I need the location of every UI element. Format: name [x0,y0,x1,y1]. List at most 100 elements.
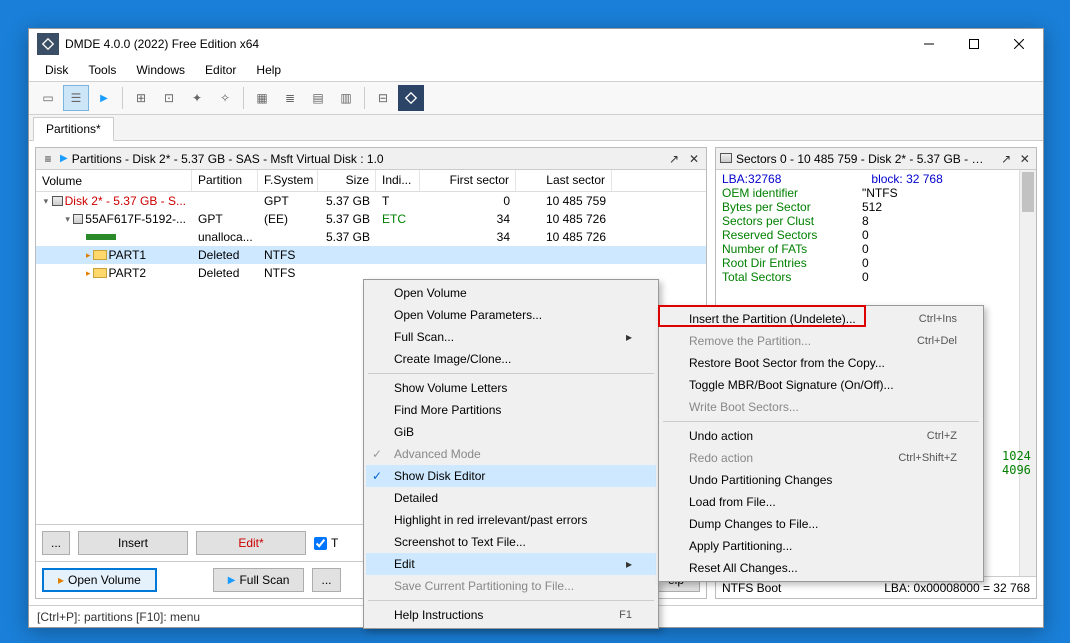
toolbar-separator [122,87,123,109]
toolbar-btn-partitions[interactable]: ☰ [63,85,89,111]
menu-item[interactable]: Edit▸ [366,553,656,575]
col-volume[interactable]: Volume [36,170,192,191]
toolbar-btn-5[interactable]: ⊡ [156,85,182,111]
toolbar-separator [364,87,365,109]
menu-item[interactable]: Full Scan...▸ [366,326,656,348]
status-left: NTFS Boot [722,581,781,595]
col-indicators[interactable]: Indi... [376,170,420,191]
popout-icon[interactable]: ↗ [999,151,1014,167]
toolbar-btn-9[interactable]: ≣ [277,85,303,111]
col-fsystem[interactable]: F.System [258,170,318,191]
disk-icon [52,196,63,206]
scrollbar[interactable] [1019,170,1036,576]
menu-item: Save Current Partitioning to File... [366,575,656,597]
menu-item[interactable]: Restore Boot Sector from the Copy... [661,352,981,374]
hex-value-1: 1024 [1002,449,1031,463]
toolbar-btn-7[interactable]: ✧ [212,85,238,111]
menubar: DiskToolsWindowsEditorHelp [29,59,1043,81]
status-right: LBA: 0x00008000 = 32 768 [884,581,1030,595]
menu-item[interactable]: Create Image/Clone... [366,348,656,370]
toolbar-btn-logo[interactable] [398,85,424,111]
menu-item: Redo actionCtrl+Shift+Z [661,447,981,469]
menu-item[interactable]: Screenshot to Text File... [366,531,656,553]
col-size[interactable]: Size [318,170,376,191]
toolbar-btn-6[interactable]: ✦ [184,85,210,111]
menu-item[interactable]: Detailed [366,487,656,509]
more-button-2[interactable]: ... [312,568,340,592]
menu-item[interactable]: ✓Show Disk Editor [366,465,656,487]
maximize-button[interactable] [951,30,996,58]
toolbar-btn-8[interactable]: ▦ [249,85,275,111]
context-menu-main: Open VolumeOpen Volume Parameters...Full… [363,279,659,629]
tab-partitions[interactable]: Partitions* [33,117,114,141]
t-checkbox[interactable]: T [314,536,338,550]
toolbar-btn-1[interactable]: ▭ [35,85,61,111]
edit-button[interactable]: Edit* [196,531,306,555]
menu-item[interactable]: Insert the Partition (Undelete)...Ctrl+I… [661,308,981,330]
col-first-sector[interactable]: First sector [420,170,516,191]
play-icon: ▶ [60,153,68,164]
menu-item[interactable]: Dump Changes to File... [661,513,981,535]
menu-help[interactable]: Help [246,61,291,79]
more-button-1[interactable]: ... [42,531,70,555]
full-scan-button[interactable]: ▶Full Scan [213,568,305,592]
disk-icon [73,214,83,224]
menu-item[interactable]: Help InstructionsF1 [366,604,656,626]
minimize-button[interactable] [906,30,951,58]
menu-icon[interactable]: ≡ [40,151,56,167]
scrollbar-thumb[interactable] [1022,172,1034,212]
folder-icon [93,250,107,260]
menu-item[interactable]: Apply Partitioning... [661,535,981,557]
menu-tools[interactable]: Tools [78,61,126,79]
toolbar-separator [243,87,244,109]
menu-disk[interactable]: Disk [35,61,78,79]
menu-item[interactable]: GiB [366,421,656,443]
menu-item[interactable]: Open Volume [366,282,656,304]
menu-item[interactable]: Toggle MBR/Boot Signature (On/Off)... [661,374,981,396]
menu-item[interactable]: Load from File... [661,491,981,513]
popout-icon[interactable]: ↗ [666,151,682,167]
context-menu-edit: Insert the Partition (Undelete)...Ctrl+I… [658,305,984,582]
col-last-sector[interactable]: Last sector [516,170,612,191]
menu-editor[interactable]: Editor [195,61,246,79]
sectors-title: Sectors 0 - 10 485 759 - Disk 2* - 5.37 … [736,152,991,166]
insert-button[interactable]: Insert [78,531,188,555]
menu-windows[interactable]: Windows [126,61,195,79]
menu-item: Remove the Partition...Ctrl+Del [661,330,981,352]
menu-item[interactable]: Undo Partitioning Changes [661,469,981,491]
partitions-header: ≡ ▶ Partitions - Disk 2* - 5.37 GB - SAS… [36,148,706,170]
panel-close-icon[interactable]: ✕ [686,151,702,167]
partitions-table-header: Volume Partition F.System Size Indi... F… [36,170,706,192]
app-icon [37,33,59,55]
toolbar: ▭ ☰ ▶ ⊞ ⊡ ✦ ✧ ▦ ≣ ▤ ▥ ⊟ [29,81,1043,115]
sectors-header: Sectors 0 - 10 485 759 - Disk 2* - 5.37 … [716,148,1036,170]
partitions-title: Partitions - Disk 2* - 5.37 GB - SAS - M… [72,152,384,166]
menu-item[interactable]: Find More Partitions [366,399,656,421]
toolbar-btn-10[interactable]: ▤ [305,85,331,111]
toolbar-btn-12[interactable]: ⊟ [370,85,396,111]
disk-icon [720,152,732,166]
table-row[interactable]: ▾ Disk 2* - 5.37 GB - S...GPT5.37 GBT010… [36,192,706,210]
menu-item[interactable]: Reset All Changes... [661,557,981,579]
panel-close-icon[interactable]: ✕ [1017,151,1032,167]
menu-item[interactable]: Undo actionCtrl+Z [661,425,981,447]
table-row[interactable]: unalloca...5.37 GB3410 485 726 [36,228,706,246]
open-volume-button[interactable]: ▸Open Volume [42,568,157,592]
col-partition[interactable]: Partition [192,170,258,191]
toolbar-btn-11[interactable]: ▥ [333,85,359,111]
table-row[interactable]: ▾ 55AF617F-5192-...GPT(EE)5.37 GBETC3410… [36,210,706,228]
menu-item[interactable]: Open Volume Parameters... [366,304,656,326]
folder-icon [93,268,107,278]
menu-item: ✓Advanced Mode [366,443,656,465]
toolbar-btn-4[interactable]: ⊞ [128,85,154,111]
menu-item[interactable]: Show Volume Letters [366,377,656,399]
table-row[interactable]: ▸ PART1DeletedNTFS [36,246,706,264]
statusbar-text: [Ctrl+P]: partitions [F10]: menu [37,610,200,624]
tabstrip: Partitions* [29,115,1043,141]
close-button[interactable] [996,30,1041,58]
menu-item: Write Boot Sectors... [661,396,981,418]
toolbar-btn-play[interactable]: ▶ [91,85,117,111]
menu-item[interactable]: Highlight in red irrelevant/past errors [366,509,656,531]
window-title: DMDE 4.0.0 (2022) Free Edition x64 [65,37,906,51]
titlebar: DMDE 4.0.0 (2022) Free Edition x64 [29,29,1043,59]
